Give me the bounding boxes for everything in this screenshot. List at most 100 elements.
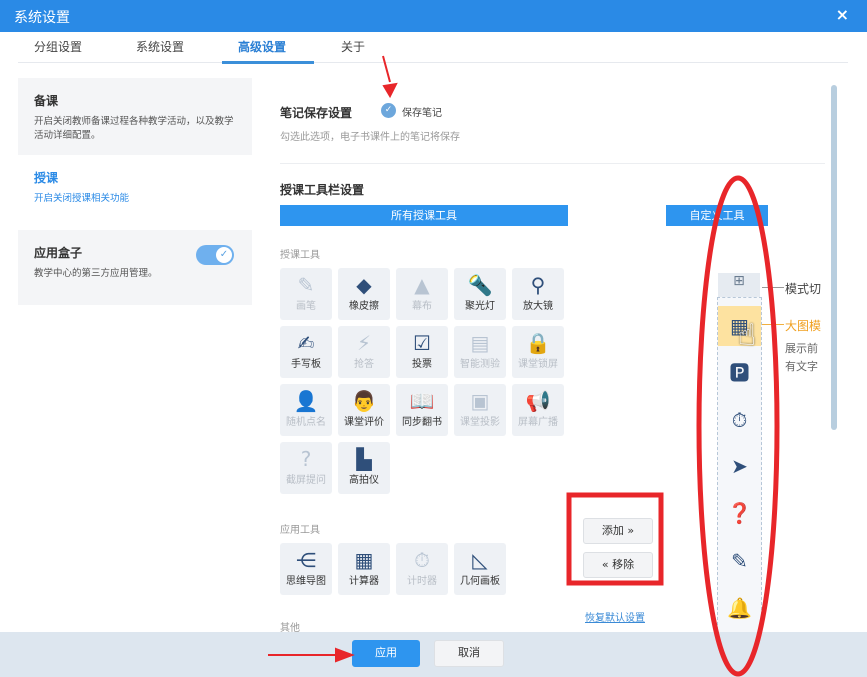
tool-label: 画笔: [296, 301, 316, 312]
tool-handwriting[interactable]: ✍ 手写板: [280, 326, 332, 378]
tool-evaluation[interactable]: 👨 课堂评价: [338, 384, 390, 436]
random-call-icon: 👤: [293, 389, 319, 413]
tool-label: 高拍仪: [349, 475, 379, 486]
divider: [280, 163, 825, 164]
sidebar-item-title: 授课: [34, 171, 59, 185]
tab-group-settings[interactable]: 分组设置: [34, 38, 82, 55]
tool-screenshot-question[interactable]: ? 截屏提问: [280, 442, 332, 494]
tool-label: 抢答: [354, 359, 374, 370]
scrollbar[interactable]: [831, 85, 837, 430]
tab-about[interactable]: 关于: [341, 38, 365, 55]
calculator-icon: ▦: [354, 548, 374, 572]
vote-icon: ☑: [413, 331, 431, 355]
tool-curtain[interactable]: ▲ 幕布: [396, 268, 448, 320]
tool-document-camera[interactable]: ▙ 高拍仪: [338, 442, 390, 494]
tool-pen[interactable]: ✎ 画笔: [280, 268, 332, 320]
tool-geometry[interactable]: ◺ 几何画板: [454, 543, 506, 595]
tool-label: 思维导图: [286, 576, 326, 587]
tool-label: 课堂投影: [460, 417, 500, 428]
sidebar-item-teaching[interactable]: 授课 开启关闭授课相关功能: [18, 155, 252, 230]
bell-icon[interactable]: 🔔: [718, 588, 761, 628]
geometry-icon: ◺: [472, 548, 488, 572]
check-icon: ✓: [216, 247, 232, 263]
pen-icon[interactable]: ✎: [718, 541, 761, 581]
teaching-tools-label: 授课工具: [280, 250, 320, 261]
notes-desc: 勾选此选项，电子书课件上的笔记将保存: [280, 132, 460, 143]
tool-timer[interactable]: ⏱ 计时器: [396, 543, 448, 595]
tool-label: 同步翻书: [402, 417, 442, 428]
broadcast-icon: 📢: [525, 389, 551, 413]
tab-system-settings[interactable]: 系统设置: [136, 38, 184, 55]
tool-label: 随机点名: [286, 417, 326, 428]
tab-divider: [18, 62, 848, 63]
notes-section-title: 笔记保存设置: [280, 106, 353, 120]
cancel-button[interactable]: 取消: [434, 640, 504, 667]
timer-icon[interactable]: ⏱: [718, 400, 761, 440]
toolbar-section-title: 授课工具栏设置: [280, 183, 365, 197]
pen-icon: ✎: [297, 273, 315, 297]
sidebar-item-desc: 开启关闭授课相关功能: [34, 193, 130, 204]
sidebar-item-prepare[interactable]: 备课 开启关闭教师备课过程各种教学活动，以及教学活动详细配置。: [18, 78, 252, 155]
tool-spotlight[interactable]: 🔦 聚光灯: [454, 268, 506, 320]
book-icon: 📖: [409, 389, 435, 413]
parking-icon[interactable]: 🅿: [718, 353, 761, 393]
tool-magnifier[interactable]: ⚲ 放大镜: [512, 268, 564, 320]
custom-tools-header: 自定义工具: [666, 205, 768, 226]
sidebar-item-app-box[interactable]: 应用盒子 教学中心的第三方应用管理。: [18, 230, 252, 305]
restore-defaults-link[interactable]: 恢复默认设置: [585, 609, 645, 624]
projector-icon: ▣: [470, 389, 490, 413]
quiz-icon: ▤: [470, 331, 490, 355]
document-camera-icon: ▙: [356, 447, 372, 471]
tool-quiz[interactable]: ▤ 智能测验: [454, 326, 506, 378]
tool-label: 课堂锁屏: [518, 359, 558, 370]
tool-eraser[interactable]: ◆ 橡皮擦: [338, 268, 390, 320]
window-title: 系统设置: [14, 10, 70, 26]
evaluation-icon: 👨: [351, 389, 377, 413]
mindmap-icon: ⋲: [296, 548, 316, 572]
tool-label: 橡皮擦: [349, 301, 379, 312]
spotlight-icon: 🔦: [467, 273, 493, 297]
tool-label: 计算器: [349, 576, 379, 587]
settings-sidebar: 备课 开启关闭教师备课过程各种教学活动，以及教学活动详细配置。 授课 开启关闭授…: [18, 78, 252, 632]
tool-vote[interactable]: ☑ 投票: [396, 326, 448, 378]
eraser-icon: ◆: [356, 273, 372, 297]
sidebar-item-desc: 教学中心的第三方应用管理。: [34, 268, 158, 279]
app-box-toggle[interactable]: ✓: [196, 245, 234, 265]
tool-random-call[interactable]: 👤 随机点名: [280, 384, 332, 436]
tool-book[interactable]: 📖 同步翻书: [396, 384, 448, 436]
apply-button[interactable]: 应用: [352, 640, 420, 667]
bigimage-mode-label: 大图模: [785, 319, 822, 333]
pointer-icon[interactable]: ➤: [718, 446, 761, 486]
tool-label: 截屏提问: [286, 475, 326, 486]
tool-label: 聚光灯: [465, 301, 495, 312]
tool-projector[interactable]: ▣ 课堂投影: [454, 384, 506, 436]
add-button[interactable]: 添加 »: [583, 518, 653, 544]
save-notes-checkbox[interactable]: ✓: [381, 103, 396, 118]
tool-label: 几何画板: [460, 576, 500, 587]
tool-label: 智能测验: [460, 359, 500, 370]
tool-mindmap[interactable]: ⋲ 思维导图: [280, 543, 332, 595]
remove-button[interactable]: « 移除: [583, 552, 653, 578]
handwriting-icon: ✍: [297, 331, 315, 355]
tool-lock[interactable]: 🔒 课堂锁屏: [512, 326, 564, 378]
curtain-icon: ▲: [414, 273, 430, 297]
tool-calculator[interactable]: ▦ 计算器: [338, 543, 390, 595]
tool-label: 手写板: [291, 359, 321, 370]
timer-icon: ⏱: [414, 548, 430, 572]
tool-label: 屏幕广播: [518, 417, 558, 428]
sidebar-item-desc: 开启关闭教师备课过程各种教学活动，以及教学活动详细配置。: [34, 116, 234, 141]
tool-broadcast[interactable]: 📢 屏幕广播: [512, 384, 564, 436]
magnifier-icon: ⚲: [530, 273, 546, 297]
tab-advanced-settings[interactable]: 高级设置: [238, 38, 286, 55]
question-icon[interactable]: ❓: [718, 493, 761, 533]
tool-label: 投票: [412, 359, 432, 370]
lock-icon: 🔒: [525, 331, 551, 355]
save-notes-label: 保存笔记: [402, 108, 442, 119]
mode-switch-button[interactable]: ⊞: [718, 273, 760, 297]
tool-buzzer[interactable]: ⚡ 抢答: [338, 326, 390, 378]
tool-label: 计时器: [407, 576, 437, 587]
mode-switch-label: 模式切: [785, 282, 822, 296]
tool-label: 课堂评价: [344, 417, 384, 428]
close-icon[interactable]: ×: [836, 5, 849, 24]
screenshot-question-icon: ?: [300, 447, 312, 471]
